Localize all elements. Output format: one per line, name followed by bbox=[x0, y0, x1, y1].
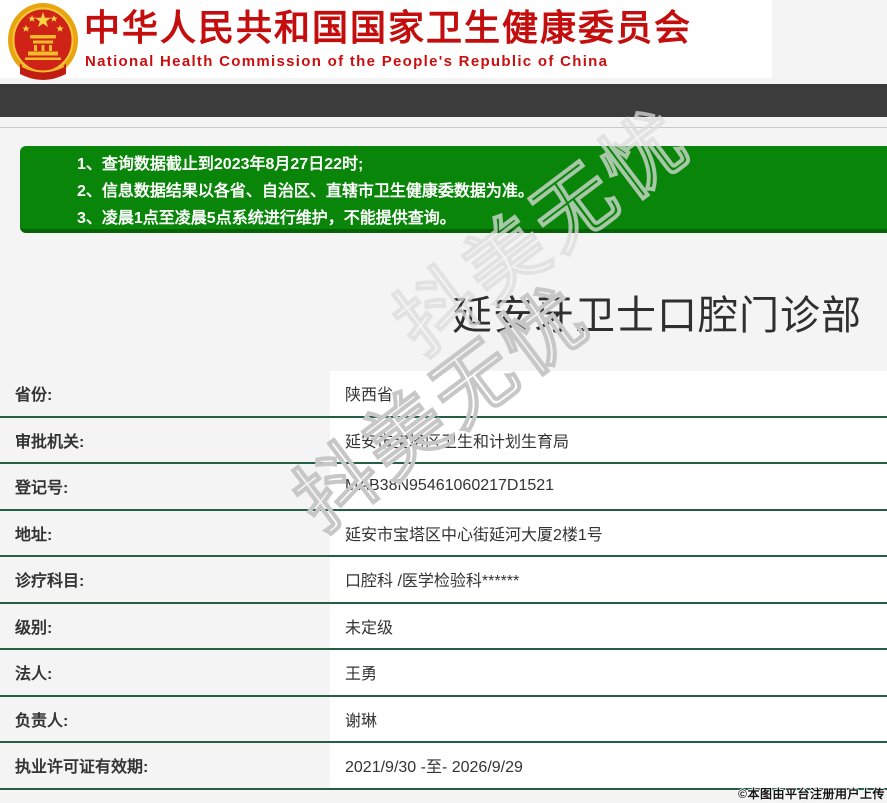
table-row: 诊疗科目: 口腔科 /医学检验科****** bbox=[0, 557, 887, 604]
site-title-chinese[interactable]: 中华人民共和国国家卫生健康委员会 bbox=[84, 5, 692, 51]
table-row: 审批机关: 延安市宝塔区卫生和计划生育局 bbox=[0, 417, 887, 464]
upload-attribution-badge: ©本图由平台注册用户上传 bbox=[738, 787, 885, 801]
field-label: 法人: bbox=[15, 666, 53, 684]
national-emblem-icon[interactable] bbox=[7, 2, 79, 81]
field-label: 地址: bbox=[15, 526, 53, 544]
table-row: 级别: 未定级 bbox=[0, 603, 887, 650]
table-row: 地址: 延安市宝塔区中心街延河大厦2楼1号 bbox=[0, 510, 887, 557]
notice-line-1: 1、查询数据截止到2023年8月27日22时; bbox=[77, 156, 364, 173]
table-row: 负责人: 谢琳 bbox=[0, 696, 887, 743]
field-label: 执业许可证有效期: bbox=[15, 759, 149, 777]
field-value: 谢琳 bbox=[330, 696, 887, 741]
field-label: 省份: bbox=[15, 387, 53, 405]
site-header: 中华人民共和国国家卫生健康委员会 National Health Commiss… bbox=[0, 0, 772, 81]
notice-line-3: 3、凌晨1点至凌晨5点系统进行维护，不能提供查询。 bbox=[77, 210, 456, 227]
field-label: 级别: bbox=[15, 619, 53, 637]
field-value: 延安市宝塔区中心街延河大厦2楼1号 bbox=[330, 510, 887, 555]
field-value: MAB38N95461060217D1521 bbox=[330, 464, 887, 509]
field-label: 负责人: bbox=[15, 712, 69, 730]
field-value: 王勇 bbox=[330, 650, 887, 695]
field-value: 延安市宝塔区卫生和计划生育局 bbox=[330, 417, 887, 462]
table-row: 法人: 王勇 bbox=[0, 650, 887, 697]
field-value: 未定级 bbox=[330, 603, 887, 648]
field-value: 陕西省 bbox=[330, 371, 887, 416]
divider-line bbox=[0, 127, 887, 128]
field-label: 审批机关: bbox=[15, 433, 85, 451]
organization-name-title: 延安牙卫士口腔门诊部 bbox=[452, 294, 862, 338]
table-row: 登记号: MAB38N95461060217D1521 bbox=[0, 464, 887, 511]
field-label: 诊疗科目: bbox=[15, 573, 85, 591]
table-row: 执业许可证有效期: 2021/9/30 -至- 2026/9/29 bbox=[0, 743, 887, 790]
notice-line-2: 2、信息数据结果以各省、自治区、直辖市卫生健康委数据为准。 bbox=[77, 183, 534, 200]
nav-bar[interactable] bbox=[0, 84, 887, 117]
field-value: 2021/9/30 -至- 2026/9/29 bbox=[330, 743, 887, 788]
site-title-english[interactable]: National Health Commission of the People… bbox=[85, 53, 608, 70]
field-label: 登记号: bbox=[15, 480, 69, 498]
notice-box: 1、查询数据截止到2023年8月27日22时; 2、信息数据结果以各省、自治区、… bbox=[20, 146, 887, 233]
field-value: 口腔科 /医学检验科****** bbox=[330, 557, 887, 602]
info-table: 省份: 陕西省审批机关: 延安市宝塔区卫生和计划生育局登记号: MAB38N95461… bbox=[0, 371, 887, 790]
table-row: 省份: 陕西省 bbox=[0, 371, 887, 418]
